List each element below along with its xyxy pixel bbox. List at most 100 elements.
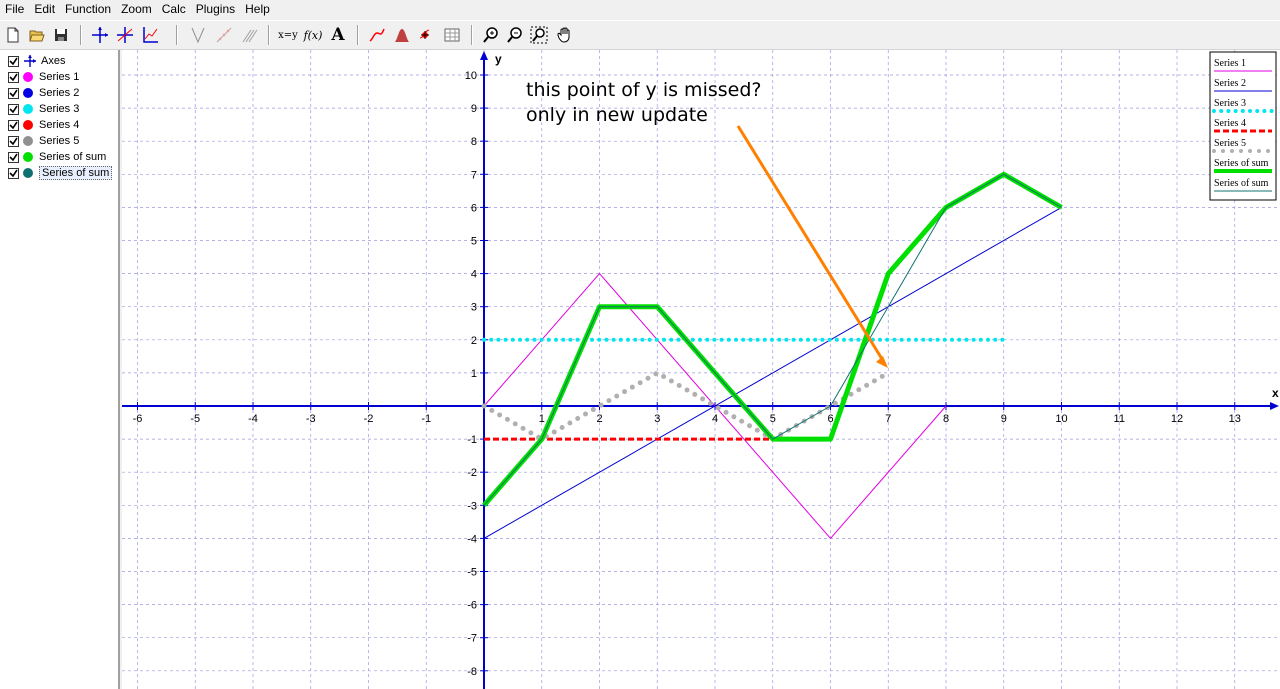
menu-plugins[interactable]: Plugins bbox=[191, 1, 240, 17]
checkbox[interactable] bbox=[8, 151, 19, 163]
tree-item-series-5[interactable]: Series 5 bbox=[8, 133, 79, 149]
checkbox[interactable] bbox=[8, 119, 19, 131]
series-color-dot bbox=[23, 120, 33, 130]
x-tick-label: -5 bbox=[190, 413, 200, 425]
tree-item-series-4[interactable]: Series 4 bbox=[8, 117, 79, 133]
zoom-window-icon bbox=[530, 26, 548, 44]
check-icon bbox=[9, 153, 18, 161]
x-tick-label: 9 bbox=[1001, 413, 1007, 425]
y-tick-label: 5 bbox=[471, 236, 477, 248]
plot-area[interactable]: -6 -5 -4 -3 -2 -1 1 2 3 4 5 6 7 8 9 10 11 12 13 -8 -7 -6 -5 -4-… bbox=[122, 50, 1280, 689]
pan-button[interactable] bbox=[554, 24, 576, 46]
insert-axes-button[interactable] bbox=[89, 24, 111, 46]
checkbox[interactable] bbox=[8, 71, 19, 83]
x-tick-label: 8 bbox=[943, 413, 949, 425]
zoom-in-button[interactable] bbox=[480, 24, 502, 46]
y-tick-label: 8 bbox=[471, 136, 477, 148]
annotation-line-1: this point of y is missed? bbox=[526, 79, 761, 101]
check-icon bbox=[9, 73, 18, 81]
save-button[interactable] bbox=[50, 24, 72, 46]
tree-item-label: Series 5 bbox=[39, 135, 80, 147]
tree-item-label: Series of sum bbox=[39, 151, 107, 163]
check-icon bbox=[9, 57, 18, 65]
open-folder-icon bbox=[29, 30, 45, 42]
menu-function[interactable]: Function bbox=[60, 1, 116, 17]
menu-zoom[interactable]: Zoom bbox=[116, 1, 157, 17]
hatch-button[interactable] bbox=[239, 24, 261, 46]
new-file-button[interactable] bbox=[2, 24, 24, 46]
y-tick-label: 10 bbox=[465, 70, 477, 82]
axes-icon bbox=[24, 55, 36, 67]
x-axis-arrow bbox=[1270, 402, 1279, 410]
function-button[interactable]: f(x) bbox=[302, 24, 324, 46]
open-file-button[interactable] bbox=[26, 24, 48, 46]
insert-text-button[interactable]: A bbox=[327, 24, 349, 46]
legend-label: Series 5 bbox=[1214, 138, 1246, 149]
tangent-button[interactable] bbox=[187, 24, 209, 46]
menu-help[interactable]: Help bbox=[240, 1, 275, 17]
y-tick-label: -7 bbox=[467, 633, 477, 645]
series-color-dot bbox=[23, 168, 33, 178]
table-button[interactable] bbox=[441, 24, 463, 46]
x-tick-label: 4 bbox=[712, 413, 718, 425]
check-icon bbox=[9, 105, 18, 113]
tree-item-axes[interactable]: Axes bbox=[8, 53, 65, 69]
graph-canvas[interactable]: -6 -5 -4 -3 -2 -1 1 2 3 4 5 6 7 8 9 10 11 12 13-8-7-6-5-4-… bbox=[122, 50, 1280, 689]
legend-label: Series 1 bbox=[1214, 58, 1246, 69]
checkbox[interactable] bbox=[8, 55, 19, 67]
insert-curve-button[interactable] bbox=[366, 24, 388, 46]
x-tick-label: 6 bbox=[827, 413, 833, 425]
tangent-icon bbox=[191, 27, 205, 44]
trend-axes-icon bbox=[143, 27, 158, 43]
evaluate-xy-button[interactable]: x=y bbox=[277, 24, 299, 46]
zoom-in-icon bbox=[483, 27, 498, 43]
save-icon bbox=[55, 29, 67, 41]
shade-icon bbox=[216, 27, 232, 43]
tree-item-series-of-sum[interactable]: Series of sum bbox=[8, 149, 106, 165]
tree-item-series-1[interactable]: Series 1 bbox=[8, 69, 79, 85]
checkbox[interactable] bbox=[8, 87, 19, 99]
tree-item-label: Axes bbox=[41, 55, 66, 67]
hand-icon bbox=[557, 27, 570, 43]
insert-area-button[interactable] bbox=[391, 24, 413, 46]
tree-item-series-3[interactable]: Series 3 bbox=[8, 101, 79, 117]
zoom-out-icon bbox=[507, 27, 522, 43]
y-tick-label: 7 bbox=[471, 169, 477, 181]
y-tick-label: -1 bbox=[467, 434, 477, 446]
x-axis-label: x bbox=[1272, 386, 1279, 400]
toolbar-separator bbox=[471, 25, 473, 45]
checkbox[interactable] bbox=[8, 103, 19, 115]
table-icon bbox=[444, 28, 460, 42]
checkbox[interactable] bbox=[8, 167, 19, 179]
check-icon bbox=[9, 169, 18, 177]
legend-label: Series 4 bbox=[1214, 118, 1246, 129]
toolbar-separator bbox=[268, 25, 270, 45]
menu-calc[interactable]: Calc bbox=[157, 1, 191, 17]
y-axis-label: y bbox=[495, 52, 502, 66]
toolbar-separator bbox=[176, 25, 178, 45]
insert-trend-button[interactable] bbox=[139, 24, 161, 46]
x-tick-label: 11 bbox=[1114, 413, 1125, 425]
legend-label: Series of sum bbox=[1214, 158, 1269, 169]
tree-item-series-of-sum-selected[interactable]: Series of sum bbox=[8, 165, 113, 181]
shade-button[interactable] bbox=[213, 24, 235, 46]
new-file-icon bbox=[7, 27, 19, 43]
menu-file[interactable]: File bbox=[0, 1, 29, 17]
x-tick-label: -2 bbox=[364, 413, 374, 425]
toolbar-separator bbox=[357, 25, 359, 45]
x-tick-label: 13 bbox=[1229, 413, 1241, 425]
y-tick-label: 1 bbox=[471, 368, 477, 380]
insert-function-axes-button[interactable] bbox=[114, 24, 136, 46]
function-list-panel: Axes Series 1 Series 2 Series 3 Series 4… bbox=[0, 50, 120, 689]
tree-item-series-2[interactable]: Series 2 bbox=[8, 85, 79, 101]
y-tick-label: 2 bbox=[471, 335, 477, 347]
x-tick-label: -1 bbox=[421, 413, 431, 425]
zoom-window-button[interactable] bbox=[528, 24, 550, 46]
menu-bar: File Edit Function Zoom Calc Plugins Hel… bbox=[0, 0, 1280, 18]
zoom-out-button[interactable] bbox=[504, 24, 526, 46]
insert-point-button[interactable] bbox=[416, 24, 438, 46]
y-tick-label: -2 bbox=[467, 467, 477, 479]
checkbox[interactable] bbox=[8, 135, 19, 147]
menu-edit[interactable]: Edit bbox=[29, 1, 60, 17]
check-icon bbox=[9, 121, 18, 129]
